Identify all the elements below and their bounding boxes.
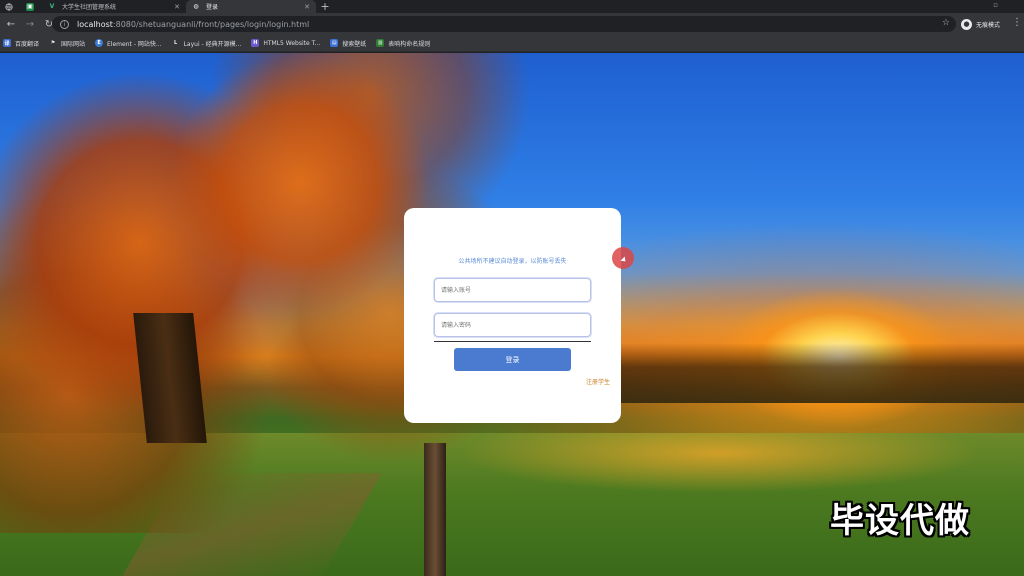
- bookmark-item[interactable]: 译百度翻译: [3, 39, 39, 48]
- flag-icon: ⚑: [50, 40, 56, 46]
- new-tab-button[interactable]: +: [316, 0, 334, 13]
- pinned-app-icon: ▣: [26, 2, 34, 11]
- bookmarks-bar: 译百度翻译 ⚑ 国际网站 E Element - 网站快... L Layui - 经…: [0, 35, 1024, 52]
- globe-icon: ◍: [193, 3, 199, 10]
- globe-icon: [5, 2, 13, 11]
- toolbar: ← → ↻ i localhost:8080/shetuanguanli/fro…: [0, 13, 1024, 35]
- divider: [434, 341, 591, 342]
- bookmark-item[interactable]: ▤ 搜索壁纸: [330, 39, 366, 48]
- close-icon[interactable]: ✕: [304, 3, 310, 11]
- tab-strip: ▣ V 大学生社团管理系统 ✕ ◍ 登录 ✕ + ▫: [0, 0, 1024, 13]
- bookmark-label: 百度翻译: [15, 40, 40, 48]
- wallpaper-icon: ▤: [330, 39, 339, 47]
- page-viewport: 公共场所不建议自动登录，以防账号丢失 登录 注册学生 毕设代做: [0, 53, 1024, 576]
- password-input[interactable]: [434, 313, 591, 337]
- bookmark-item[interactable]: L Layui - 经典开源模...: [172, 39, 242, 48]
- login-tip: 公共场所不建议自动登录，以防账号丢失: [458, 258, 567, 265]
- document-icon: ▥: [376, 39, 385, 47]
- watermark-text: 毕设代做: [830, 501, 970, 541]
- incognito-avatar-icon: ●: [961, 18, 972, 30]
- tab-login[interactable]: ◍ 登录 ✕: [186, 0, 316, 13]
- bookmark-label: Element - 网站快...: [107, 40, 162, 48]
- bookmark-label: Layui - 经典开源模...: [183, 40, 242, 48]
- tab-title: 大学生社团管理系统: [62, 4, 117, 11]
- url-host: localhost: [77, 19, 113, 29]
- layui-icon: L: [173, 40, 178, 46]
- address-bar[interactable]: i localhost:8080/shetuanguanli/front/pag…: [52, 16, 956, 32]
- vue-v-icon: V: [49, 3, 55, 10]
- bookmark-star-icon[interactable]: ☆: [942, 18, 950, 28]
- login-card: 公共场所不建议自动登录，以防账号丢失 登录 注册学生: [404, 208, 621, 423]
- background-fence-post: [424, 443, 446, 576]
- html5-icon: H: [251, 39, 260, 47]
- bookmark-item[interactable]: ▥ 表响构命名规则: [376, 39, 430, 48]
- bookmark-item[interactable]: H HTML5 Website T...: [251, 39, 320, 47]
- bookmark-label: 搜索壁纸: [342, 40, 367, 48]
- tab-pinned[interactable]: ▣: [18, 0, 42, 13]
- bookmark-label: 国际网站: [61, 40, 86, 48]
- login-button[interactable]: 登录: [454, 348, 571, 371]
- background-treeline: [600, 343, 1024, 403]
- more-menu-icon[interactable]: ⋮: [1012, 17, 1022, 28]
- arrow-left-icon: ←: [6, 18, 16, 30]
- window-minimize-icon[interactable]: ▫: [993, 1, 998, 9]
- bookmark-item[interactable]: E Element - 网站快...: [95, 39, 162, 48]
- url-text: localhost:8080/shetuanguanli/front/pages…: [77, 20, 309, 29]
- tab-system[interactable]: V 大学生社团管理系统 ✕: [42, 0, 186, 13]
- username-input[interactable]: [434, 278, 591, 302]
- url-path: :8080/shetuanguanli/front/pages/login/lo…: [112, 19, 310, 29]
- register-student-link[interactable]: 注册学生: [586, 377, 610, 386]
- bookmark-label: 表响构命名规则: [388, 40, 431, 48]
- bookmark-label: HTML5 Website T...: [263, 39, 321, 47]
- bookmark-item[interactable]: ⚑ 国际网站: [49, 39, 85, 48]
- forward-button[interactable]: →: [22, 16, 38, 32]
- profile-label: 无痕模式: [976, 21, 1001, 29]
- element-icon: E: [95, 39, 104, 47]
- info-icon[interactable]: i: [60, 19, 69, 29]
- close-icon[interactable]: ✕: [174, 3, 180, 11]
- profile-button[interactable]: ● 无痕模式: [961, 16, 1000, 32]
- translate-icon: 译: [3, 39, 11, 47]
- back-button[interactable]: ←: [3, 16, 19, 32]
- tab-title: 登录: [206, 4, 219, 11]
- tab-search-button[interactable]: [0, 0, 18, 13]
- arrow-right-icon: →: [25, 18, 35, 30]
